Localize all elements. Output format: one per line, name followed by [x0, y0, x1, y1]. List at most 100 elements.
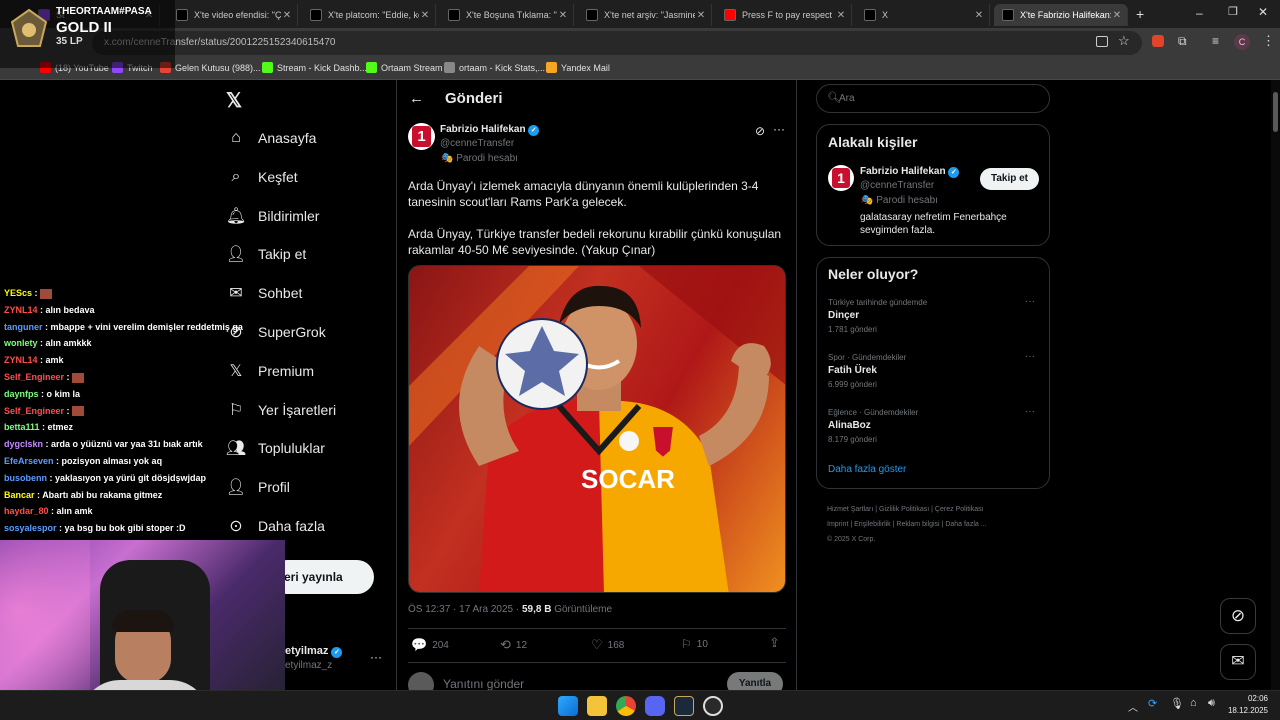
trend-context: Spor · Gündemdekiler [828, 353, 907, 362]
clock-time[interactable]: 02:06 [1240, 694, 1268, 703]
bookmark-item[interactable]: Yandex Mail [546, 62, 610, 73]
maximize-button[interactable]: ❐ [1228, 5, 1238, 18]
grok-icon[interactable]: ⊘ [755, 124, 765, 138]
footer-link[interactable]: Çerez Politikası [935, 506, 984, 513]
extensions-puzzle-icon[interactable]: ⧉ [1178, 34, 1187, 49]
post-time[interactable]: ÖS 12:37 · 17 Ara 2025 · [408, 604, 522, 615]
clock-date[interactable]: 18.12.2025 [1226, 706, 1268, 715]
obs-icon[interactable] [703, 696, 723, 716]
nav-item[interactable]: 👤︎ Takip et [226, 239, 306, 269]
close-window-button[interactable]: ✕ [1258, 5, 1268, 19]
messages-float-button[interactable]: ✉ [1220, 644, 1256, 680]
page-scrollbar[interactable] [1271, 80, 1280, 690]
league-client-icon[interactable] [674, 696, 694, 716]
follow-button[interactable]: Takip et [980, 168, 1039, 190]
extension-icon[interactable] [1152, 35, 1164, 47]
tray-chevron-icon[interactable]: ︿ [1128, 699, 1138, 714]
jersey-sponsor: SOCAR [581, 464, 675, 494]
nav-label: Premium [258, 362, 315, 379]
bookmark-action[interactable]: ⚐ 10 [681, 637, 708, 651]
nav-item[interactable]: 🔔︎ Bildirimler [226, 201, 320, 231]
tab-close-icon[interactable]: ✕ [973, 10, 985, 21]
url-field[interactable]: x.com/cenneTransfer/status/2001225152340… [92, 31, 1142, 55]
related-title: Alakalı kişiler [828, 134, 918, 150]
browser-tab[interactable]: X'te net arşiv: "Jasmine - "✕ [578, 4, 712, 26]
account-more-icon[interactable]: ··· [370, 650, 382, 664]
post-image[interactable]: SOCAR [408, 265, 786, 593]
divider [408, 628, 786, 629]
back-arrow-icon[interactable]: ← [409, 90, 424, 107]
profile-avatar-icon[interactable]: C [1234, 34, 1250, 50]
browser-tab[interactable]: X'te Boşuna Tıklama: "HAR"✕ [440, 4, 574, 26]
reply-action[interactable]: 💬 204 [411, 637, 449, 653]
chat-separator: : [53, 456, 62, 466]
search-box[interactable]: 🔍︎ Ara [816, 84, 1050, 113]
browser-menu-icon[interactable]: ⋮ [1262, 33, 1275, 49]
footer-link[interactable]: Hizmet Şartları [827, 506, 873, 513]
trend-more-icon[interactable]: ··· [1025, 406, 1035, 417]
nav-item[interactable]: ⌂ Anasayfa [226, 123, 316, 153]
install-app-icon[interactable] [1096, 36, 1108, 47]
author-avatar[interactable]: 1 [408, 123, 435, 150]
scrollbar-thumb[interactable] [1273, 92, 1278, 132]
tab-close-icon[interactable]: ✕ [835, 10, 847, 21]
browser-tab[interactable]: X'te platcom: "Eddie, kesin"✕ [302, 4, 436, 26]
trend-more-icon[interactable]: ··· [1025, 296, 1035, 307]
post-button[interactable]: eri yayınla [270, 560, 374, 594]
author-name[interactable]: Fabrizio Halifekan ✓ [440, 124, 540, 136]
browser-tab[interactable]: X'te video efendisi: "Çeyiz"✕ [168, 4, 298, 26]
like-action[interactable]: ♡ 168 [591, 637, 624, 653]
post-more-icon[interactable]: ··· [773, 122, 785, 136]
x-logo-icon[interactable]: 𝕏 [226, 88, 242, 113]
chat-username: Self_Engineer [4, 372, 65, 382]
bookmark-label: Yandex Mail [561, 62, 610, 73]
minimize-button[interactable]: – [1196, 6, 1203, 20]
related-name[interactable]: Fabrizio Halifekan ✓ [860, 166, 960, 178]
file-explorer-icon[interactable] [587, 696, 607, 716]
bookmark-item[interactable]: Gelen Kutusu (988)... [160, 62, 261, 73]
tab-close-icon[interactable]: ✕ [557, 10, 569, 21]
tab-close-icon[interactable]: ✕ [695, 10, 707, 21]
share-icon[interactable]: ⇪ [769, 635, 780, 651]
browser-tab[interactable]: X'te Fabrizio Halifekan: "A"✕ [994, 4, 1128, 26]
reply-input[interactable]: Yanıtını gönder [443, 677, 524, 691]
trend-topic[interactable]: Fatih Ürek [828, 365, 877, 376]
author-handle[interactable]: @cenneTransfer [440, 138, 514, 149]
bookmark-star-icon[interactable]: ☆ [1118, 33, 1130, 49]
browser-tab[interactable]: Press F to pay respect Or ✕ [716, 4, 852, 26]
footer-link[interactable]: Gizlilik Politikası [879, 506, 929, 513]
tab-close-icon[interactable]: ✕ [419, 10, 431, 21]
tray-sync-icon[interactable]: ⟳ [1148, 697, 1157, 710]
nav-label: Daha fazla [258, 518, 325, 534]
volume-icon[interactable]: 🔊︎ [1208, 697, 1215, 710]
chrome-icon[interactable] [616, 696, 636, 716]
tab-close-icon[interactable]: ✕ [281, 10, 293, 21]
footer-link[interactable]: Daha fazla ... [945, 521, 986, 528]
show-more-link[interactable]: Daha fazla göster [828, 464, 906, 475]
new-tab-button[interactable]: + [1136, 6, 1144, 22]
network-icon[interactable]: ⌂ [1190, 697, 1197, 709]
grok-float-button[interactable]: ⊘ [1220, 598, 1256, 634]
trend-topic[interactable]: AlinaBoz [828, 420, 871, 431]
chat-separator: : [47, 472, 55, 483]
reading-list-icon[interactable]: ≡ [1212, 34, 1219, 48]
start-menu-icon[interactable] [558, 696, 578, 716]
footer-link[interactable]: Reklam bilgisi [896, 521, 939, 528]
bookmark-item[interactable]: Ortaam Stream [366, 62, 443, 73]
discord-icon[interactable] [645, 696, 665, 716]
footer-link[interactable]: Erişilebilirlik [854, 521, 891, 528]
microphone-icon[interactable]: 🎙︎ [1170, 697, 1184, 710]
bookmark-item[interactable]: ortaam - Kick Stats,... [444, 62, 545, 73]
account-name[interactable]: etyilmaz ✓ [285, 645, 343, 658]
tab-close-icon[interactable]: ✕ [1111, 10, 1123, 21]
trend-topic[interactable]: Dinçer [828, 310, 859, 321]
repost-action[interactable]: ⟲ 12 [500, 637, 527, 653]
bookmark-item[interactable]: Stream - Kick Dashb... [262, 62, 367, 73]
browser-tab[interactable]: X ✕ [856, 4, 990, 26]
trend-more-icon[interactable]: ··· [1025, 351, 1035, 362]
nav-label: Bildirimler [258, 207, 320, 224]
nav-item[interactable]: ⌕ Keşfet [226, 162, 298, 192]
footer-link[interactable]: Imprint [827, 521, 848, 528]
chat-separator: : [39, 422, 48, 433]
related-avatar[interactable]: 1 [828, 165, 854, 191]
